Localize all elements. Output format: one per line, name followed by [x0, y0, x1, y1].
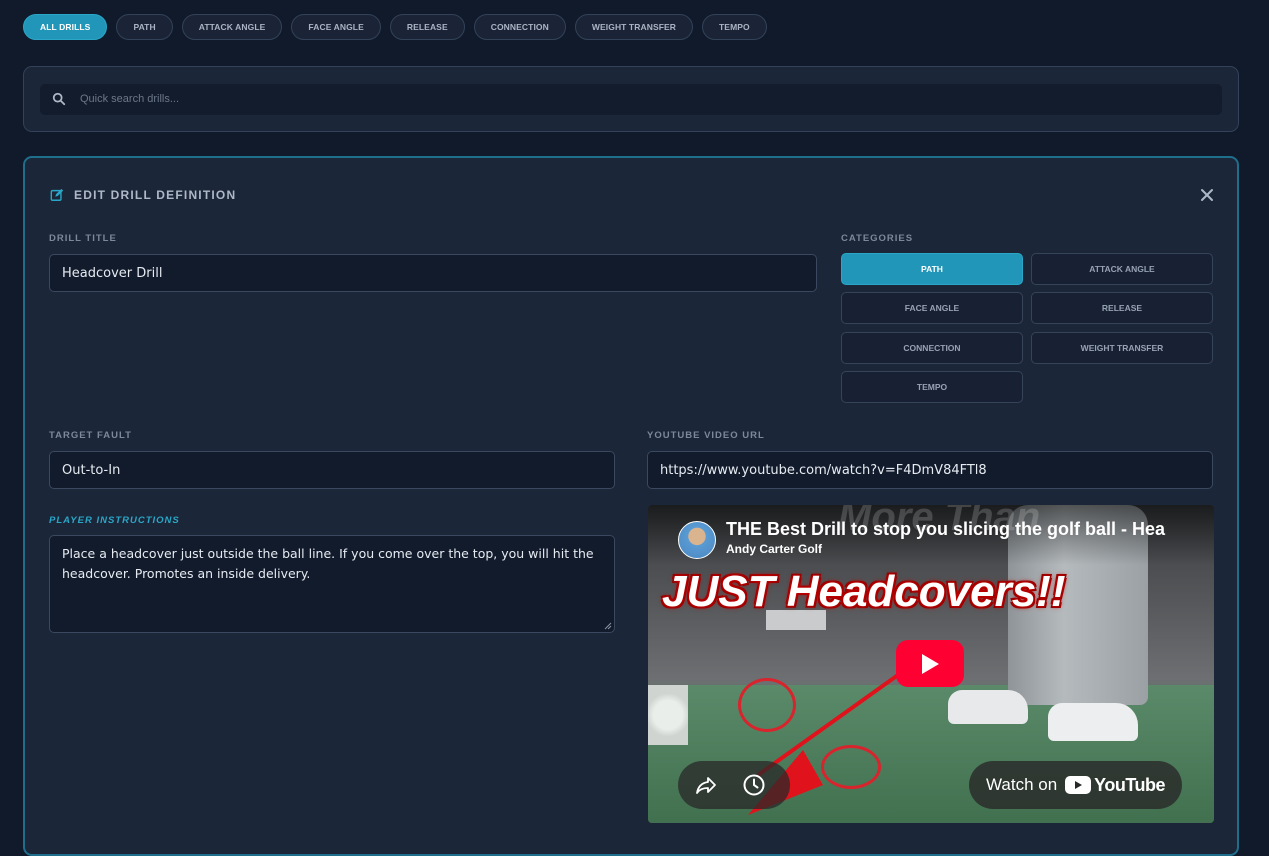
- filter-all-drills[interactable]: ALL DRILLS: [23, 14, 108, 40]
- youtube-logo-text: YouTube: [1094, 774, 1165, 795]
- filter-attack-angle[interactable]: ATTACK ANGLE: [181, 14, 283, 40]
- filter-tempo[interactable]: TEMPO: [702, 14, 767, 40]
- edit-title: EDIT DRILL DEFINITION: [74, 188, 237, 202]
- search-input[interactable]: Quick search drills...: [40, 84, 1222, 115]
- video-embed[interactable]: More Than THE Best Drill to stop you sli…: [648, 505, 1214, 823]
- youtube-logo: YouTube: [1065, 775, 1165, 796]
- drill-title-input[interactable]: Headcover Drill: [49, 254, 817, 292]
- category-face-angle[interactable]: FACE ANGLE: [841, 292, 1023, 324]
- play-icon: [922, 653, 939, 674]
- category-connection[interactable]: CONNECTION: [841, 332, 1023, 364]
- target-fault-input[interactable]: Out-to-In: [49, 451, 615, 489]
- filter-weight-transfer[interactable]: WEIGHT TRANSFER: [574, 14, 694, 40]
- filter-connection[interactable]: CONNECTION: [473, 14, 566, 40]
- filter-face-angle[interactable]: FACE ANGLE: [291, 14, 381, 40]
- resize-grip-icon[interactable]: [604, 622, 612, 630]
- video-controls: [678, 761, 790, 809]
- edit-header: EDIT DRILL DEFINITION: [50, 188, 236, 202]
- category-attack-angle[interactable]: ATTACK ANGLE: [1031, 253, 1213, 285]
- player-instructions-text: Place a headcover just outside the ball …: [62, 546, 594, 581]
- youtube-play-icon: [1065, 776, 1092, 794]
- filter-bar: ALL DRILLS PATH ATTACK ANGLE FACE ANGLE …: [23, 14, 767, 40]
- edit-icon: [50, 188, 64, 201]
- watch-on-youtube-button[interactable]: Watch on YouTube: [969, 761, 1182, 809]
- category-release[interactable]: RELEASE: [1031, 292, 1213, 324]
- video-thumbnail-headline: JUST Headcovers!!: [662, 567, 1066, 616]
- watch-on-text: Watch on: [985, 775, 1058, 794]
- play-button[interactable]: [896, 640, 964, 687]
- category-weight-transfer[interactable]: WEIGHT TRANSFER: [1031, 332, 1213, 364]
- filter-release[interactable]: RELEASE: [389, 14, 465, 40]
- watch-later-icon[interactable]: [742, 773, 766, 797]
- video-title[interactable]: THE Best Drill to stop you slicing the g…: [726, 519, 1206, 540]
- search-placeholder: Quick search drills...: [80, 93, 180, 105]
- filter-path[interactable]: PATH: [116, 14, 173, 40]
- categories-label: CATEGORIES: [841, 233, 914, 244]
- player-instructions-label: PLAYER INSTRUCTIONS: [49, 515, 180, 526]
- video-shoe-right: [1048, 703, 1138, 741]
- close-icon[interactable]: [1200, 188, 1214, 202]
- drill-title-label: DRILL TITLE: [49, 233, 117, 244]
- video-golf-balls: [648, 685, 688, 745]
- video-channel[interactable]: Andy Carter Golf: [726, 542, 822, 556]
- target-fault-label: TARGET FAULT: [49, 430, 132, 441]
- category-path[interactable]: PATH: [841, 253, 1023, 285]
- player-instructions-textarea[interactable]: Place a headcover just outside the ball …: [49, 535, 615, 633]
- channel-avatar[interactable]: [678, 521, 716, 559]
- share-icon[interactable]: [694, 773, 718, 797]
- search-panel: Quick search drills...: [23, 66, 1239, 132]
- category-tempo[interactable]: TEMPO: [841, 371, 1023, 403]
- edit-drill-panel: EDIT DRILL DEFINITION DRILL TITLE Headco…: [23, 156, 1239, 856]
- youtube-url-input[interactable]: https://www.youtube.com/watch?v=F4DmV84F…: [647, 451, 1213, 489]
- youtube-url-label: YOUTUBE VIDEO URL: [647, 430, 765, 441]
- search-icon: [52, 92, 66, 106]
